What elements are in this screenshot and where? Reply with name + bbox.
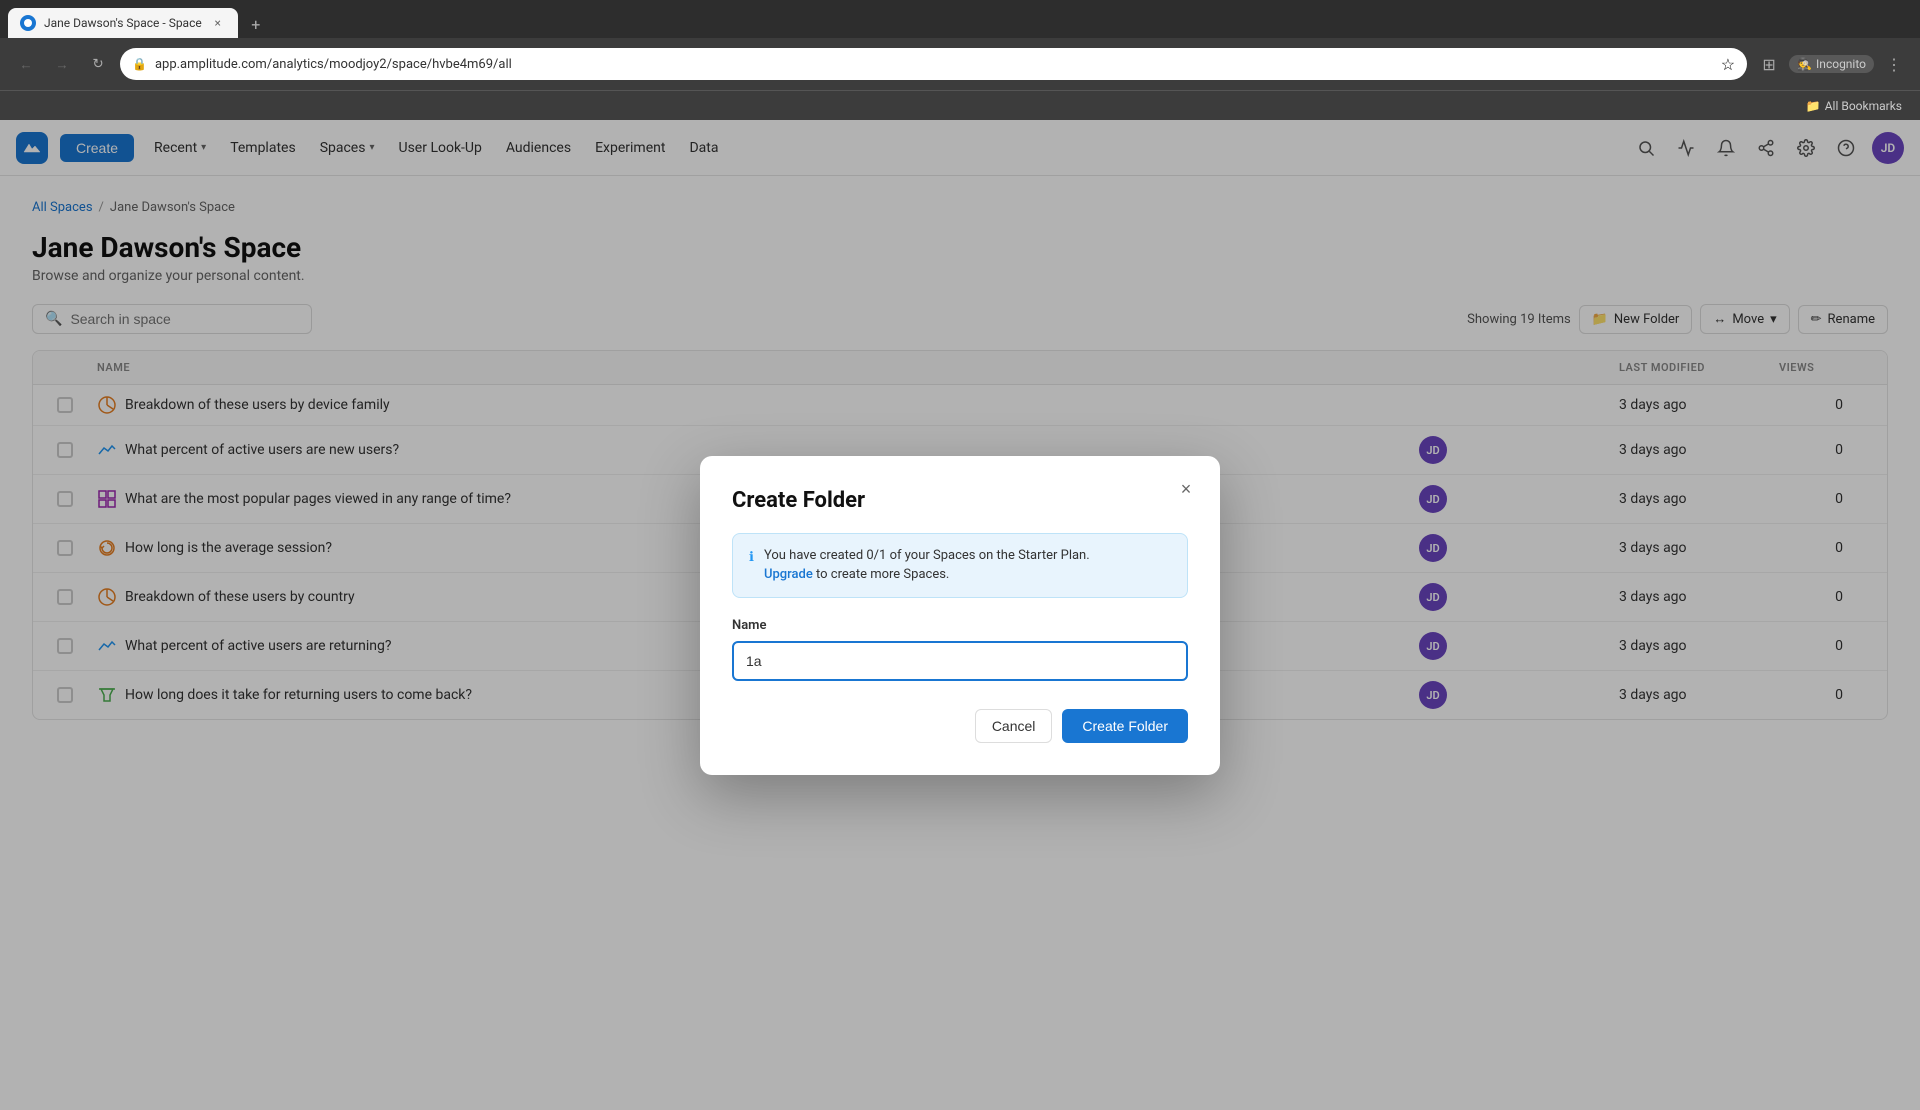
active-tab[interactable]: Jane Dawson's Space - Space ×: [8, 8, 238, 38]
tab-bar: Jane Dawson's Space - Space × +: [0, 0, 1920, 38]
modal-footer: Cancel Create Folder: [732, 709, 1188, 743]
info-banner-content: You have created 0/1 of your Spaces on t…: [764, 546, 1090, 585]
upgrade-link[interactable]: Upgrade: [764, 567, 813, 582]
folder-name-input[interactable]: [732, 641, 1188, 681]
browser-chrome: Jane Dawson's Space - Space × + ← → ↻ 🔒 …: [0, 0, 1920, 90]
name-label: Name: [732, 618, 1188, 633]
browser-controls: ← → ↻ 🔒 app.amplitude.com/analytics/mood…: [0, 38, 1920, 90]
extensions-button[interactable]: ⊞: [1755, 50, 1783, 78]
lock-icon: 🔒: [132, 57, 147, 71]
incognito-badge: 🕵 Incognito: [1789, 55, 1874, 73]
upgrade-suffix: to create more Spaces.: [813, 567, 950, 582]
star-icon[interactable]: ☆: [1721, 55, 1735, 74]
info-text: You have created 0/1 of your Spaces on t…: [764, 548, 1090, 563]
tab-close-button[interactable]: ×: [210, 15, 226, 31]
bookmarks-icon: 📁: [1806, 99, 1821, 113]
tab-favicon: [20, 15, 36, 31]
address-bar[interactable]: 🔒 app.amplitude.com/analytics/moodjoy2/s…: [120, 48, 1747, 80]
url-text: app.amplitude.com/analytics/moodjoy2/spa…: [155, 57, 1713, 72]
new-tab-button[interactable]: +: [242, 10, 270, 38]
browser-actions: ⊞ 🕵 Incognito ⋮: [1755, 50, 1908, 78]
menu-button[interactable]: ⋮: [1880, 50, 1908, 78]
modal-close-button[interactable]: ×: [1172, 476, 1200, 504]
incognito-label: Incognito: [1816, 57, 1866, 71]
modal-title: Create Folder: [732, 488, 1188, 513]
forward-button[interactable]: →: [48, 50, 76, 78]
info-icon: ℹ: [749, 548, 754, 585]
info-banner: ℹ You have created 0/1 of your Spaces on…: [732, 533, 1188, 598]
bookmarks-label: All Bookmarks: [1825, 99, 1902, 113]
reload-button[interactable]: ↻: [84, 50, 112, 78]
app-container: Create Recent ▾ Templates Spaces ▾ User …: [0, 120, 1920, 1110]
modal-overlay[interactable]: Create Folder × ℹ You have created 0/1 o…: [0, 120, 1920, 1110]
create-folder-button[interactable]: Create Folder: [1062, 709, 1188, 743]
all-bookmarks-button[interactable]: 📁 All Bookmarks: [1800, 97, 1908, 115]
bookmarks-bar: 📁 All Bookmarks: [0, 90, 1920, 120]
create-folder-modal: Create Folder × ℹ You have created 0/1 o…: [700, 456, 1220, 775]
incognito-icon: 🕵: [1797, 57, 1812, 71]
back-button[interactable]: ←: [12, 50, 40, 78]
tab-title: Jane Dawson's Space - Space: [44, 16, 202, 30]
cancel-button[interactable]: Cancel: [975, 709, 1053, 743]
